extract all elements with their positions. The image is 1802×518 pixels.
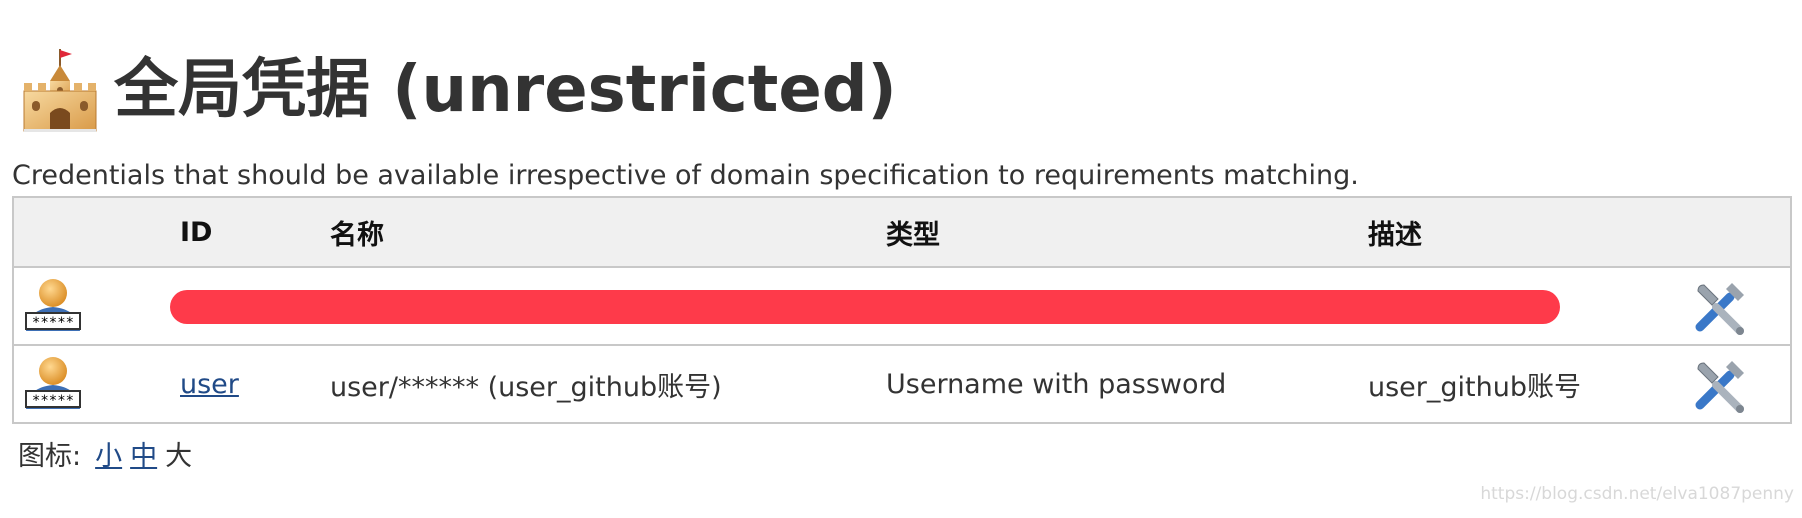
icon-size-small-link[interactable]: 小 (95, 434, 122, 473)
table-header-row: ID 名称 类型 描述 (14, 198, 1790, 268)
table-row: ***** (14, 268, 1790, 346)
column-header-type[interactable]: 类型 (886, 198, 940, 266)
user-password-icon: ***** (25, 279, 81, 331)
credentials-table: ID 名称 类型 描述 ***** ***** user user/******… (12, 196, 1792, 424)
page-title: 全局凭据 (unrestricted) (114, 53, 897, 127)
icon-size-large-current: 大 (165, 441, 193, 472)
store-description: Credentials that should be available irr… (12, 160, 1359, 191)
redaction-bar (170, 290, 1560, 324)
svg-text:*****: ***** (32, 315, 74, 331)
credential-id-link[interactable]: user (180, 369, 239, 400)
icon-size-label: 图标: (18, 441, 82, 472)
credential-name: user/****** (user_github账号) (330, 371, 722, 403)
castle-icon (23, 49, 97, 132)
column-header-name[interactable]: 名称 (330, 198, 384, 266)
credential-description: user_github账号 (1368, 371, 1581, 403)
user-password-icon: ***** (25, 357, 81, 409)
icon-size-selector: 图标: 小 中 大 (18, 434, 192, 473)
wrench-screwdriver-icon[interactable] (1690, 275, 1752, 337)
icon-size-medium-link[interactable]: 中 (130, 434, 157, 473)
credential-type: Username with password (886, 368, 1227, 400)
wrench-screwdriver-icon[interactable] (1690, 353, 1752, 415)
page-header: 全局凭据 (unrestricted) (20, 44, 897, 136)
column-header-id[interactable]: ID (180, 198, 212, 266)
svg-text:*****: ***** (32, 393, 74, 409)
column-header-description[interactable]: 描述 (1368, 198, 1422, 266)
table-row: ***** user user/****** (user_github账号) U… (14, 346, 1790, 422)
watermark: https://blog.csdn.net/elva1087penny (1480, 484, 1794, 504)
